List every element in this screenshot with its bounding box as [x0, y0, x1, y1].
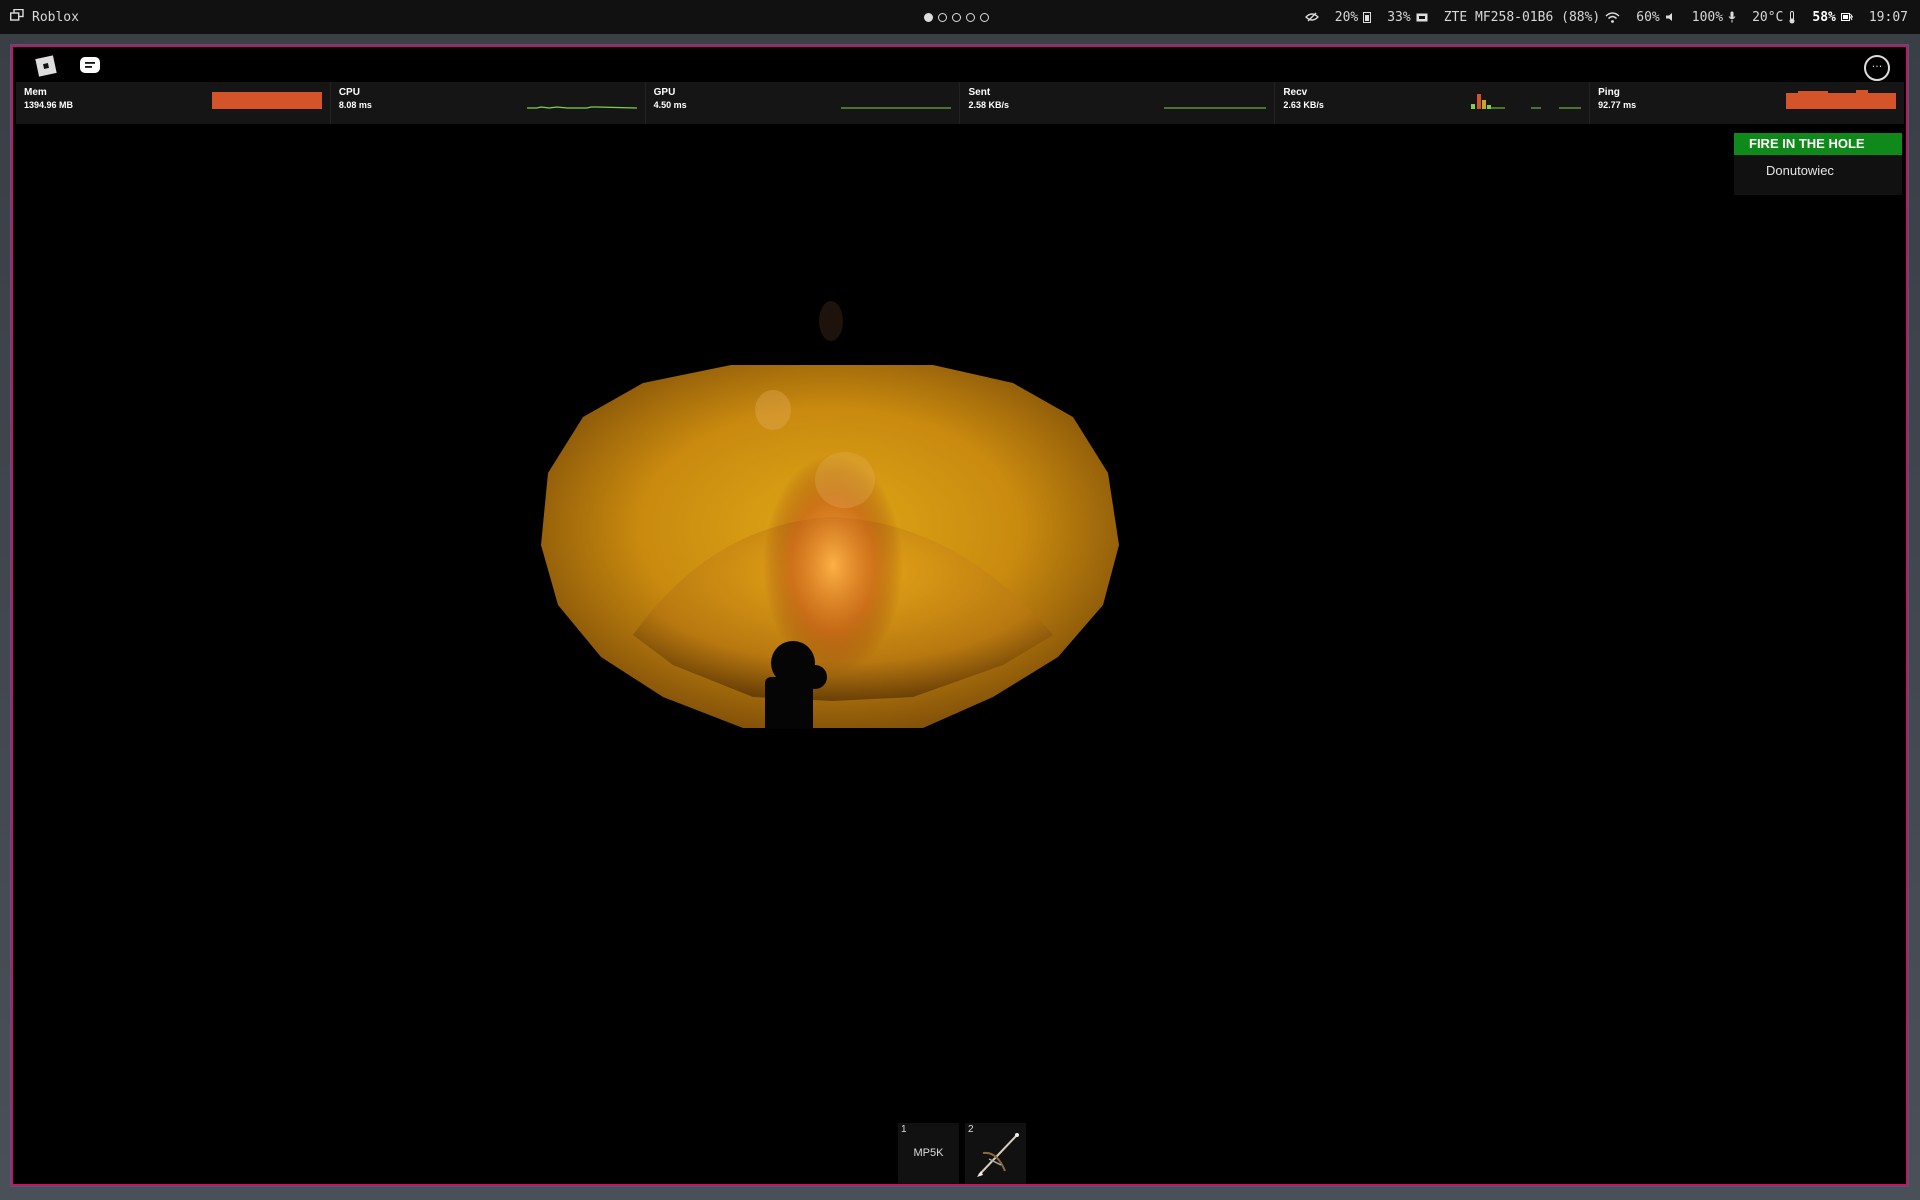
more-options-button[interactable]: ···	[1864, 55, 1890, 81]
roblox-top-bar: ···	[13, 47, 1906, 83]
hotbar-slot-1[interactable]: 1 MP5K	[898, 1123, 959, 1184]
stat-recv[interactable]: Recv 2.63 KB/s	[1275, 82, 1591, 124]
stat-mem[interactable]: Mem 1394.96 MB	[16, 82, 331, 124]
brightness-value: 60%	[1636, 9, 1660, 25]
workspace-dot-5[interactable]	[980, 12, 989, 22]
clock[interactable]: 19:07	[1869, 10, 1908, 25]
temperature-value: 20°C	[1752, 9, 1784, 25]
privacy-indicator[interactable]	[1304, 12, 1319, 22]
stat-value: 2.63 KB/s	[1283, 100, 1324, 110]
roblox-logo-icon	[34, 54, 58, 82]
stat-sent[interactable]: Sent 2.58 KB/s	[960, 82, 1276, 124]
speaker-icon	[1665, 12, 1676, 22]
network-name: ZTE MF258-01B6 (88%)	[1443, 9, 1601, 25]
storage-indicator[interactable]: 33%	[1387, 9, 1428, 25]
phone-battery-icon	[1363, 11, 1372, 23]
team-header[interactable]: FIRE IN THE HOLE	[1734, 133, 1902, 155]
eye-off-icon	[1304, 12, 1319, 22]
chat-button[interactable]	[75, 53, 105, 83]
stat-label: CPU	[338, 87, 360, 98]
performance-stats-bar: Mem 1394.96 MB CPU 8.08 ms GPU 4.50 ms S…	[16, 82, 1904, 124]
slot-number: 1	[901, 1124, 907, 1135]
tool-name: MP5K	[913, 1147, 944, 1159]
temperature-indicator[interactable]: 20°C	[1752, 10, 1796, 25]
smoke-puff	[819, 301, 843, 341]
workspace-indicator[interactable]	[924, 0, 989, 34]
ellipsis-icon: ···	[1871, 59, 1883, 73]
chat-icon	[79, 56, 101, 80]
stat-gpu[interactable]: GPU 4.50 ms	[646, 82, 961, 124]
stat-label: Mem	[24, 87, 47, 98]
brightness-indicator[interactable]: 60%	[1636, 10, 1675, 25]
stat-value: 2.58 KB/s	[968, 100, 1010, 110]
battery-charging-icon	[1840, 12, 1853, 22]
app-title: Roblox	[32, 9, 79, 25]
stat-label: Sent	[968, 87, 991, 98]
thermometer-icon	[1788, 10, 1796, 24]
roblox-menu-button[interactable]	[31, 53, 61, 83]
stat-ping[interactable]: Ping 92.77 ms	[1590, 82, 1904, 124]
crossbow-icon	[971, 1129, 1021, 1184]
gpu-graph	[841, 107, 952, 109]
battery-indicator[interactable]: 58%	[1812, 9, 1853, 25]
stat-value: 8.08 ms	[338, 100, 372, 110]
cpu-graph	[526, 106, 637, 109]
battery-value: 58%	[1812, 9, 1836, 25]
stat-value: 1394.96 MB	[24, 100, 74, 110]
stat-value: 4.50 ms	[653, 100, 687, 110]
ping-graph	[1785, 90, 1896, 109]
stat-label: Recv	[1283, 87, 1308, 98]
stat-value: 92.77 ms	[1598, 100, 1637, 110]
mem-graph	[211, 92, 322, 109]
workspace-dot-2[interactable]	[938, 12, 947, 22]
scene-render	[13, 301, 1906, 1184]
smoke-puff	[755, 390, 791, 430]
battery-small-indicator[interactable]: 20%	[1334, 9, 1372, 25]
workspace-dot-1[interactable]	[924, 12, 933, 22]
volume-value: 100%	[1691, 9, 1724, 25]
hotbar-slot-2[interactable]: 2	[965, 1123, 1026, 1184]
window-icon[interactable]	[9, 8, 24, 25]
game-viewport[interactable]	[13, 125, 1906, 1184]
system-top-bar: Roblox 20% 33% ZTE MF258-01B6 (88%) 60% …	[0, 0, 1920, 34]
wifi-icon	[1605, 11, 1620, 23]
volume-indicator[interactable]: 100%	[1692, 10, 1736, 25]
workspace-dot-4[interactable]	[966, 12, 975, 22]
stat-label: GPU	[653, 87, 676, 98]
network-indicator[interactable]: ZTE MF258-01B6 (88%)	[1444, 10, 1621, 25]
storage-value: 33%	[1387, 9, 1411, 25]
player-entry[interactable]: Donutowiec	[1734, 155, 1902, 195]
smoke-puff	[815, 452, 875, 508]
backpack-hotbar: 1 MP5K 2	[898, 1123, 1026, 1184]
stat-cpu[interactable]: CPU 8.08 ms	[331, 82, 646, 124]
workspace-dot-3[interactable]	[952, 12, 961, 22]
stat-label: Ping	[1598, 87, 1620, 98]
player-list: FIRE IN THE HOLE Donutowiec	[1734, 133, 1902, 195]
microphone-icon	[1728, 11, 1736, 23]
memory-chip-icon	[1416, 13, 1428, 22]
sent-graph	[1164, 107, 1267, 109]
recv-graph	[1471, 94, 1582, 109]
privacy-value: 20%	[1334, 9, 1359, 25]
roblox-window: ··· Mem 1394.96 MB CPU 8.08 ms GPU 4.50 …	[10, 44, 1909, 1187]
